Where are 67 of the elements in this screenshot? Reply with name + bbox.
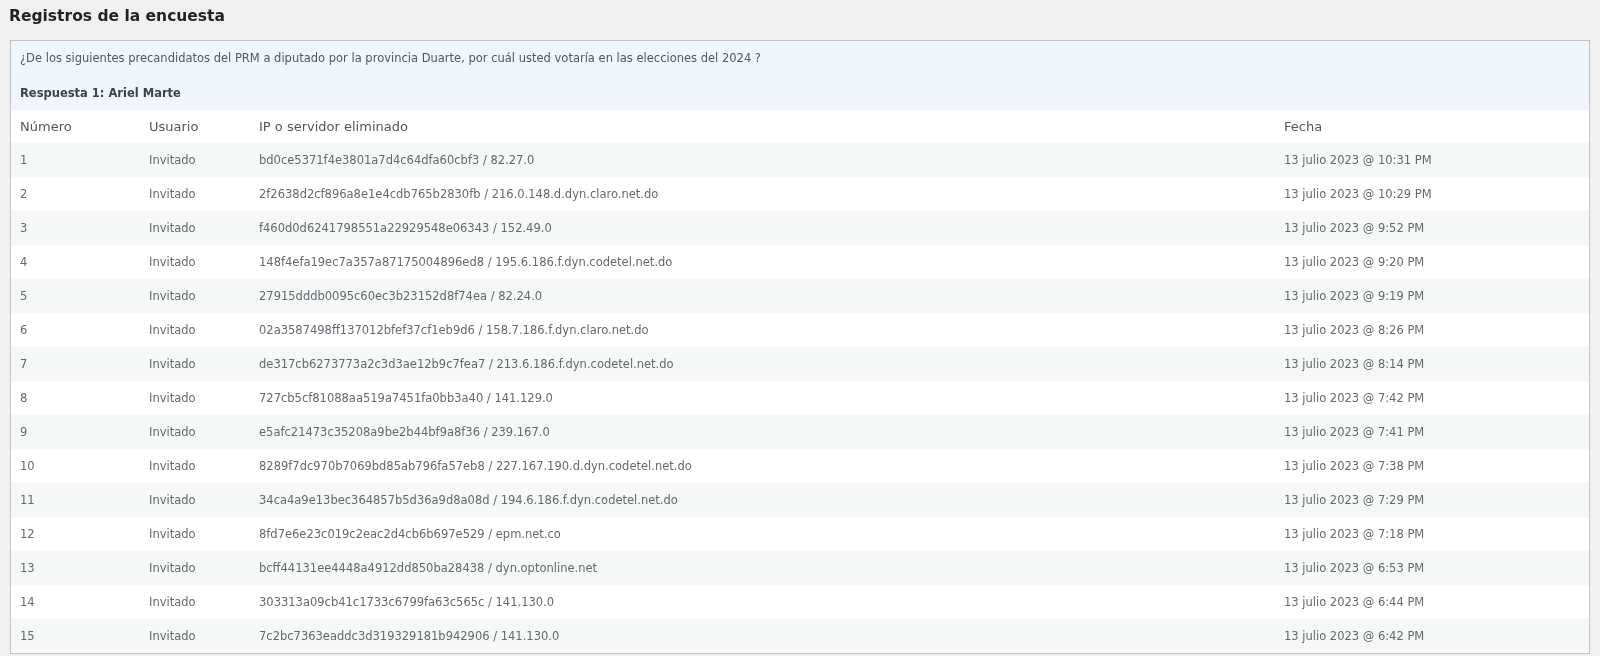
table-cell-text: 13 julio 2023 @ 6:53 PM bbox=[1284, 559, 1426, 577]
table-cell-text: Invitado bbox=[149, 355, 197, 373]
table-cell-text: 5 bbox=[20, 287, 29, 305]
table-cell-text: Invitado bbox=[149, 457, 197, 475]
table-cell-text: Invitado bbox=[149, 593, 197, 611]
table-cell-text: de317cb6273773a2c3d3ae12b9c7fea7 / 213.6.186.f.dyn.codetel.net.do bbox=[259, 355, 675, 373]
table-cell-text: 13 julio 2023 @ 7:42 PM bbox=[1284, 389, 1426, 407]
answer-label: Respuesta 1: Ariel Marte bbox=[20, 85, 182, 102]
question-text: ¿De los siguientes precandidatos del PRM a diputado por la provincia Duarte, por cuál usted votaría en las elecciones del 2024 ? bbox=[20, 50, 762, 67]
table-cell-text: Invitado bbox=[149, 287, 197, 305]
table-cell-text: 13 julio 2023 @ 8:26 PM bbox=[1284, 321, 1426, 339]
table-cell-text: Invitado bbox=[149, 559, 197, 577]
table-cell-text: bcff44131ee4448a4912dd850ba28438 / dyn.optonline.net bbox=[259, 559, 599, 577]
table-cell-text: 15 bbox=[20, 627, 36, 645]
column-header: Usuario bbox=[149, 118, 200, 136]
page-title: Registros de la encuesta bbox=[8, 6, 226, 27]
table-cell-text: Invitado bbox=[149, 491, 197, 509]
table-cell-text: 14 bbox=[20, 593, 36, 611]
table-cell-text: 13 julio 2023 @ 10:31 PM bbox=[1284, 151, 1433, 169]
column-header: IP o servidor eliminado bbox=[259, 118, 409, 136]
table-cell-text: Invitado bbox=[149, 423, 197, 441]
table-cell-text: 13 bbox=[20, 559, 36, 577]
table-cell-text: Invitado bbox=[149, 219, 197, 237]
table-cell-text: Invitado bbox=[149, 321, 197, 339]
table-cell-text: 12 bbox=[20, 525, 36, 543]
table-cell-text: Invitado bbox=[149, 185, 197, 203]
table-cell-text: 6 bbox=[20, 321, 29, 339]
table-cell-text: Invitado bbox=[149, 525, 197, 543]
table-cell-text: 13 julio 2023 @ 7:41 PM bbox=[1284, 423, 1426, 441]
table-cell-text: Invitado bbox=[149, 253, 197, 271]
table-cell-text: 2 bbox=[20, 185, 29, 203]
table-cell-text: 2f2638d2cf896a8e1e4cdb765b2830fb / 216.0.148.d.dyn.claro.net.do bbox=[259, 185, 660, 203]
table-cell-text: 303313a09cb41c1733c6799fa63c565c / 141.130.0 bbox=[259, 593, 556, 611]
table-cell-text: Invitado bbox=[149, 627, 197, 645]
table-cell-text: 13 julio 2023 @ 9:52 PM bbox=[1284, 219, 1426, 237]
table-cell-text: 13 julio 2023 @ 9:20 PM bbox=[1284, 253, 1426, 271]
table-cell-text: bd0ce5371f4e3801a7d4c64dfa60cbf3 / 82.27.0 bbox=[259, 151, 536, 169]
table-cell-text: 13 julio 2023 @ 7:38 PM bbox=[1284, 457, 1426, 475]
table-cell-text: 13 julio 2023 @ 6:44 PM bbox=[1284, 593, 1426, 611]
table-cell-text: 10 bbox=[20, 457, 36, 475]
table-cell-text: 8 bbox=[20, 389, 29, 407]
table-cell-text: 13 julio 2023 @ 7:18 PM bbox=[1284, 525, 1426, 543]
table-cell-text: 13 julio 2023 @ 10:29 PM bbox=[1284, 185, 1433, 203]
table-cell-text: e5afc21473c35208a9be2b44bf9a8f36 / 239.167.0 bbox=[259, 423, 551, 441]
table-cell-text: Invitado bbox=[149, 151, 197, 169]
table-cell-text: 13 julio 2023 @ 9:19 PM bbox=[1284, 287, 1426, 305]
table-cell-text: 1 bbox=[20, 151, 29, 169]
table-cell-text: Invitado bbox=[149, 389, 197, 407]
table-cell-text: 7c2bc7363eaddc3d319329181b942906 / 141.130.0 bbox=[259, 627, 561, 645]
table-cell-text: 9 bbox=[20, 423, 29, 441]
column-header: Número bbox=[20, 118, 73, 136]
table-cell-text: 13 julio 2023 @ 7:29 PM bbox=[1284, 491, 1426, 509]
table-cell-text: 4 bbox=[20, 253, 29, 271]
table-cell-text: 3 bbox=[20, 219, 29, 237]
column-header: Fecha bbox=[1284, 118, 1324, 136]
table-cell-text: 27915dddb0095c60ec3b23152d8f74ea / 82.24.0 bbox=[259, 287, 544, 305]
table-cell-text: 13 julio 2023 @ 6:42 PM bbox=[1284, 627, 1426, 645]
table-cell-text: 148f4efa19ec7a357a87175004896ed8 / 195.6.186.f.dyn.codetel.net.do bbox=[259, 253, 674, 271]
table-cell-text: 13 julio 2023 @ 8:14 PM bbox=[1284, 355, 1426, 373]
table-cell-text: 727cb5cf81088aa519a7451fa0bb3a40 / 141.129.0 bbox=[259, 389, 554, 407]
table-cell-text: 11 bbox=[20, 491, 36, 509]
table-cell-text: 8fd7e6e23c019c2eac2d4cb6b697e529 / epm.net.co bbox=[259, 525, 562, 543]
table-cell-text: 8289f7dc970b7069bd85ab796fa57eb8 / 227.167.190.d.dyn.codetel.net.do bbox=[259, 457, 693, 475]
table-cell-text: f460d0d6241798551a22929548e06343 / 152.49.0 bbox=[259, 219, 553, 237]
table-cell-text: 34ca4a9e13bec364857b5d36a9d8a08d / 194.6.186.f.dyn.codetel.net.do bbox=[259, 491, 679, 509]
table-cell-text: 02a3587498ff137012bfef37cf1eb9d6 / 158.7.186.f.dyn.claro.net.do bbox=[259, 321, 650, 339]
table-cell-text: 7 bbox=[20, 355, 29, 373]
